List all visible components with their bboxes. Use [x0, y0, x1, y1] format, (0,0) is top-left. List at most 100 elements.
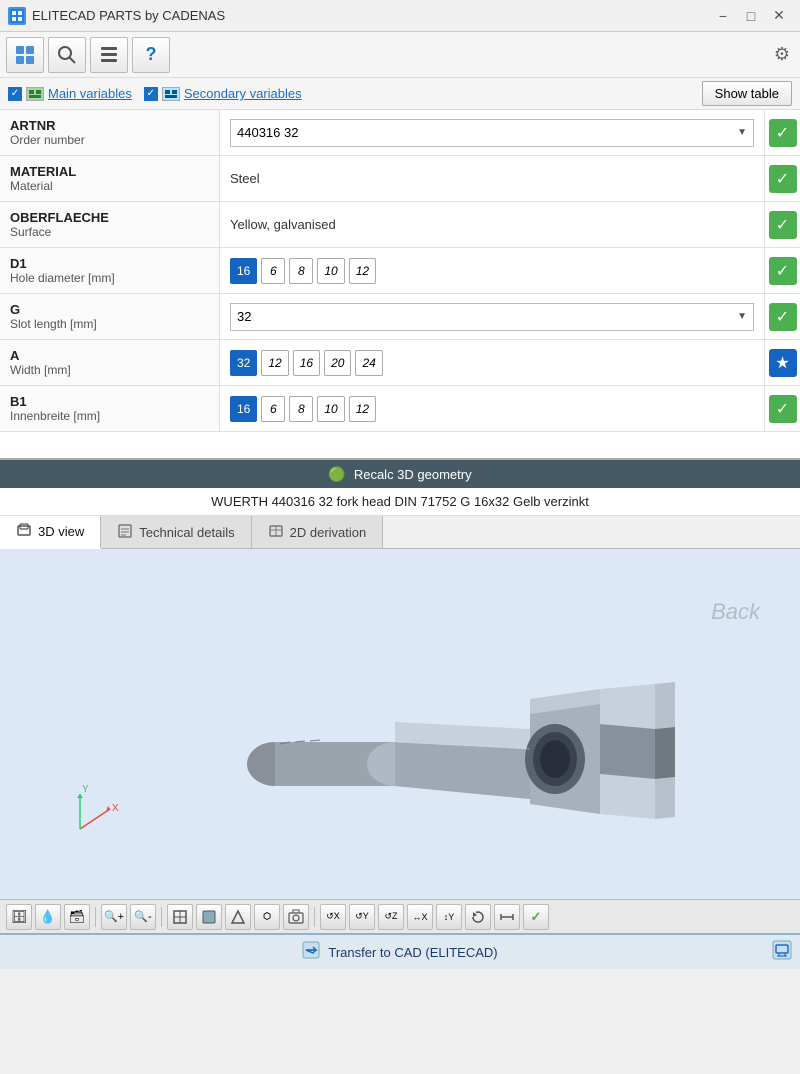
- secondary-vars-checkbox[interactable]: ✓: [144, 87, 158, 101]
- search-button[interactable]: [48, 37, 86, 73]
- d1-tag-16[interactable]: 16: [230, 258, 257, 284]
- main-vars-checkbox[interactable]: ✓: [8, 87, 22, 101]
- window-controls: − □ ✕: [710, 6, 792, 26]
- svg-text:X: X: [112, 803, 119, 814]
- main-vars-label[interactable]: Main variables: [48, 86, 132, 101]
- d1-tag-8[interactable]: 8: [289, 258, 313, 284]
- catalog-button[interactable]: [6, 37, 44, 73]
- transfer-bar[interactable]: Transfer to CAD (ELITECAD): [0, 933, 800, 969]
- b1-tag-16[interactable]: 16: [230, 396, 257, 422]
- d1-tag-6[interactable]: 6: [261, 258, 285, 284]
- fork-head-3d: [110, 584, 690, 884]
- d1-tag-10[interactable]: 10: [317, 258, 344, 284]
- view-tool-measure[interactable]: [494, 904, 520, 930]
- dropdown-arrow-g-icon: ▼: [737, 311, 747, 322]
- param-desc-oberflaeche: Surface: [10, 225, 209, 239]
- view-tool-cylinder[interactable]: 🗄: [6, 904, 32, 930]
- view-tool-rotate-y[interactable]: ↺Y: [349, 904, 375, 930]
- settings-icon[interactable]: ⚙: [774, 44, 790, 65]
- params-container: ARTNR Order number 440316 32 ▼ ✓ MATERIA…: [0, 110, 800, 460]
- toolbar-separator-2: [161, 907, 162, 927]
- technical-details-icon: [117, 523, 133, 542]
- param-label-g: G Slot length [mm]: [0, 294, 220, 339]
- oberflaeche-value: Yellow, galvanised: [230, 217, 336, 232]
- view-tool-zoom-in[interactable]: 🔍+: [101, 904, 127, 930]
- axis-indicator: X Y: [60, 779, 120, 839]
- param-desc-artnr: Order number: [10, 133, 209, 147]
- toolbar-separator-1: [95, 907, 96, 927]
- param-check-d1: ✓: [764, 248, 800, 293]
- param-value-d1: 16 6 8 10 12: [220, 248, 764, 293]
- param-label-oberflaeche: OBERFLAECHE Surface: [0, 202, 220, 247]
- b1-tag-6[interactable]: 6: [261, 396, 285, 422]
- param-value-artnr: 440316 32 ▼: [220, 110, 764, 155]
- tab-3d-view[interactable]: 3D view: [0, 516, 101, 549]
- view-tool-wireframe[interactable]: [167, 904, 193, 930]
- param-desc-d1: Hole diameter [mm]: [10, 271, 209, 285]
- secondary-vars-checkbox-group[interactable]: ✓ Secondary variables: [144, 86, 302, 101]
- tab-technical-label: Technical details: [139, 525, 234, 540]
- view-tool-sphere[interactable]: 💧: [35, 904, 61, 930]
- transfer-label: Transfer to CAD (ELITECAD): [328, 945, 497, 960]
- param-check-artnr: ✓: [764, 110, 800, 155]
- recalc-bar[interactable]: 🟢 Recalc 3D geometry: [0, 460, 800, 488]
- b1-tag-12[interactable]: 12: [349, 396, 376, 422]
- view-tool-zoom-out[interactable]: 🔍-: [130, 904, 156, 930]
- view-tabs: 3D view Technical details 2D derivation: [0, 516, 800, 549]
- history-button[interactable]: [90, 37, 128, 73]
- svg-text:Y: Y: [82, 784, 89, 795]
- 3d-view-area[interactable]: X Y Back: [0, 549, 800, 899]
- view-tool-camera[interactable]: [283, 904, 309, 930]
- title-bar: ELITECAD PARTS by CADENAS − □ ✕: [0, 0, 800, 32]
- view-tool-box[interactable]: 🗃: [64, 904, 90, 930]
- param-row-a: A Width [mm] 32 12 16 20 24 ★: [0, 340, 800, 386]
- minimize-button[interactable]: −: [710, 6, 736, 26]
- help-button[interactable]: ?: [132, 37, 170, 73]
- a-tag-16[interactable]: 16: [293, 350, 320, 376]
- view-toolbar: 🗄 💧 🗃 🔍+ 🔍- ⬡ ↺X ↺Y ↺Z ↔X ↕Y ✓: [0, 899, 800, 933]
- b1-tag-10[interactable]: 10: [317, 396, 344, 422]
- secondary-vars-label[interactable]: Secondary variables: [184, 86, 302, 101]
- tab-3d-label: 3D view: [38, 524, 84, 539]
- check-icon-material: ✓: [769, 165, 797, 193]
- part-title: WUERTH 440316 32 fork head DIN 71752 G 1…: [0, 488, 800, 516]
- tab-2d-derivation[interactable]: 2D derivation: [252, 516, 384, 548]
- view-tool-flip-x[interactable]: ↔X: [407, 904, 433, 930]
- check-icon-artnr: ✓: [769, 119, 797, 147]
- check-icon-a: ★: [769, 349, 797, 377]
- show-table-button[interactable]: Show table: [702, 81, 792, 106]
- g-dropdown[interactable]: 32 ▼: [230, 303, 754, 331]
- param-name-d1: D1: [10, 256, 209, 271]
- a-tag-32[interactable]: 32: [230, 350, 257, 376]
- maximize-button[interactable]: □: [738, 6, 764, 26]
- 2d-derivation-icon: [268, 523, 284, 542]
- main-vars-checkbox-group[interactable]: ✓ Main variables: [8, 86, 132, 101]
- view-tool-rotate-x[interactable]: ↺X: [320, 904, 346, 930]
- close-button[interactable]: ✕: [766, 6, 792, 26]
- param-check-a: ★: [764, 340, 800, 385]
- a-tag-24[interactable]: 24: [355, 350, 382, 376]
- param-check-material: ✓: [764, 156, 800, 201]
- a-tag-12[interactable]: 12: [261, 350, 288, 376]
- view-tool-perspective[interactable]: [225, 904, 251, 930]
- param-label-b1: B1 Innenbreite [mm]: [0, 386, 220, 431]
- vars-bar: ✓ Main variables ✓ Secondary variables S…: [0, 78, 800, 110]
- g-value: 32: [237, 309, 251, 324]
- 3d-view-icon: [16, 522, 32, 541]
- d1-tag-12[interactable]: 12: [349, 258, 376, 284]
- a-tag-20[interactable]: 20: [324, 350, 351, 376]
- view-tool-reset[interactable]: [465, 904, 491, 930]
- tab-technical-details[interactable]: Technical details: [101, 516, 251, 548]
- param-name-b1: B1: [10, 394, 209, 409]
- recalc-icon: 🟢: [328, 466, 345, 483]
- view-tool-flip-y[interactable]: ↕Y: [436, 904, 462, 930]
- view-tool-rotate-z[interactable]: ↺Z: [378, 904, 404, 930]
- check-icon-d1: ✓: [769, 257, 797, 285]
- view-tool-solid[interactable]: [196, 904, 222, 930]
- param-name-material: MATERIAL: [10, 164, 209, 179]
- b1-tag-8[interactable]: 8: [289, 396, 313, 422]
- view-tool-top[interactable]: ⬡: [254, 904, 280, 930]
- view-tool-checkmark[interactable]: ✓: [523, 904, 549, 930]
- param-row-artnr: ARTNR Order number 440316 32 ▼ ✓: [0, 110, 800, 156]
- artnr-dropdown[interactable]: 440316 32 ▼: [230, 119, 754, 147]
